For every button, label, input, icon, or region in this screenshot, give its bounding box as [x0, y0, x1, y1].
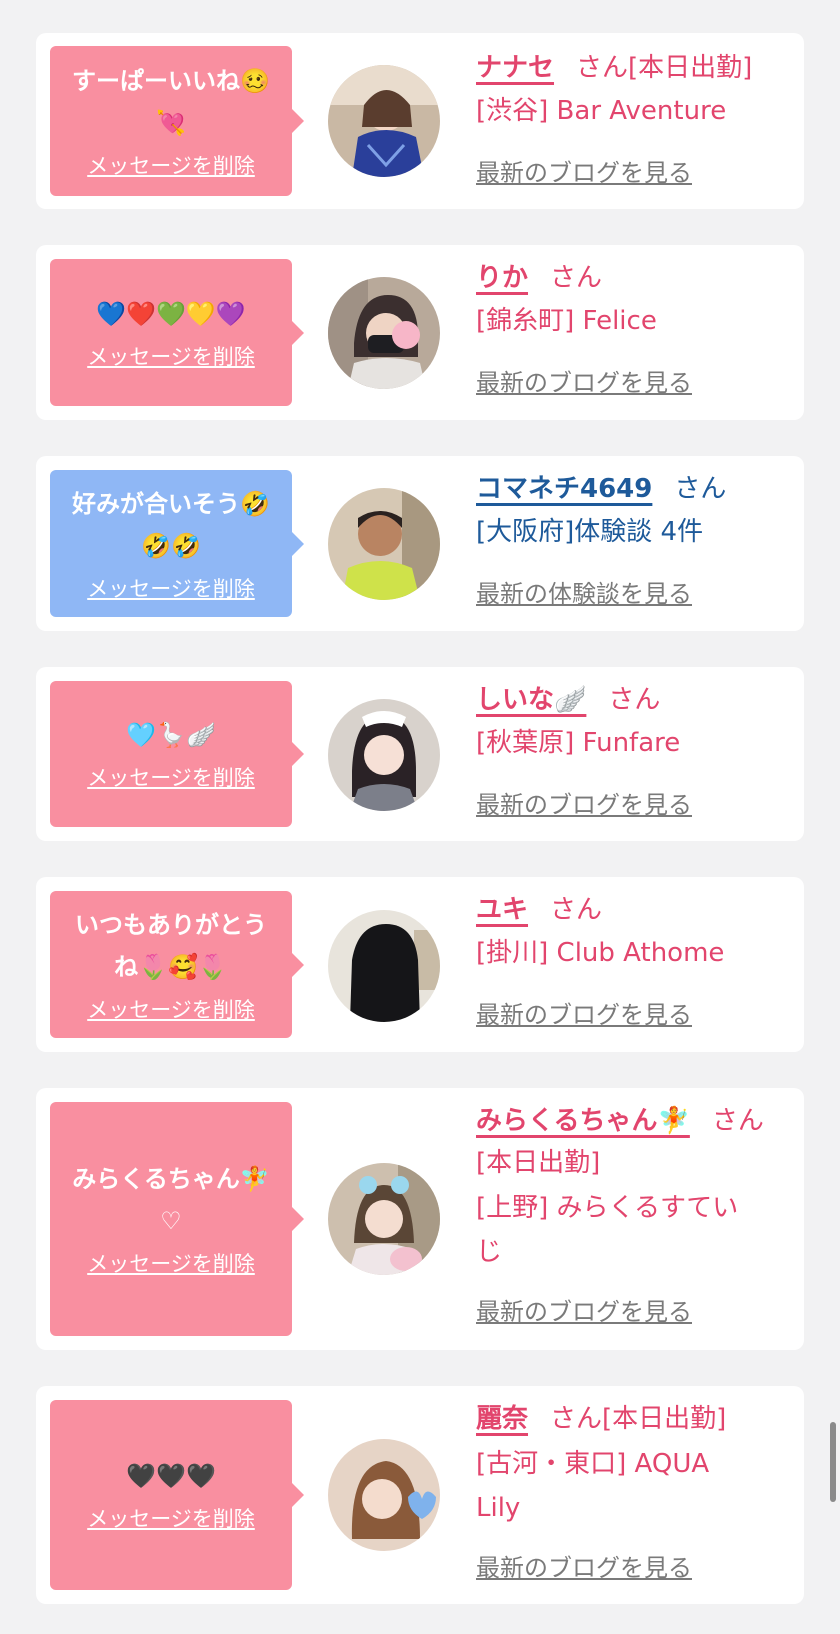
- delete-message-link[interactable]: メッセージを削除: [87, 150, 255, 180]
- user-name-link[interactable]: りか: [476, 263, 528, 293]
- message-bubble: みらくるちゃん🧚 ♡ メッセージを削除: [50, 1102, 304, 1336]
- honorific: さん: [674, 474, 727, 504]
- shop-name: [大阪府]体験談 4件: [476, 517, 704, 547]
- message-bubble: 💙❤️💚💛💜 メッセージを削除: [50, 259, 304, 406]
- scrollbar[interactable]: [830, 1422, 836, 1502]
- status-badge: [本日出勤]: [476, 1148, 601, 1178]
- message-card: 好みが合いそう🤣 🤣🤣 メッセージを削除 コマネチ4649 さん [大阪府]体験談…: [36, 456, 804, 631]
- message-text: すーぱーいいね🥴 💘: [72, 67, 270, 137]
- message-bubble: すーぱーいいね🥴 💘 メッセージを削除: [50, 46, 304, 196]
- latest-blog-link[interactable]: 最新のブログを見る: [476, 1548, 692, 1583]
- message-bubble: いつもありがとう ね🌷🥰🌷 メッセージを削除: [50, 891, 304, 1038]
- latest-blog-link[interactable]: 最新のブログを見る: [476, 363, 692, 398]
- user-info: 麗奈 さん[本日出勤] [古河・東口] AQUA Lily: [476, 1398, 734, 1530]
- message-text: 🩵🪿🪽: [126, 721, 216, 749]
- blog-container: 最新のブログを見る: [476, 363, 784, 403]
- honorific: さん: [576, 53, 629, 83]
- delete-message-link[interactable]: メッセージを削除: [87, 994, 255, 1024]
- shop-name: [古河・東口] AQUA Lily: [476, 1449, 710, 1523]
- honorific: さん: [550, 895, 603, 925]
- avatar[interactable]: [328, 488, 440, 600]
- latest-blog-link[interactable]: 最新のブログを見る: [476, 785, 692, 820]
- message-text: 💙❤️💚💛💜: [96, 299, 246, 328]
- user-info: ユキ さん [掛川] Club Athome: [476, 889, 784, 975]
- user-info: コマネチ4649 さん [大阪府]体験談 4件: [476, 468, 784, 554]
- blog-container: 最新のブログを見る: [476, 1292, 784, 1332]
- user-name-link[interactable]: 麗奈: [476, 1404, 528, 1434]
- blog-container: 最新のブログを見る: [476, 785, 784, 825]
- message-text: 好みが合いそう🤣 🤣🤣: [72, 489, 270, 560]
- message-card: 🩵🪿🪽 メッセージを削除 しいな🪽 さん [秋葉原] Funfare 最新のブログ…: [36, 667, 804, 841]
- shop-name: [錦糸町] Felice: [476, 306, 657, 336]
- message-text: 🖤🖤🖤: [126, 1462, 216, 1490]
- user-info: ナナセ さん[本日出勤] [渋谷] Bar Aventure: [476, 47, 784, 133]
- user-name-link[interactable]: コマネチ4649: [476, 474, 652, 504]
- status-badge: [本日出勤]: [628, 53, 753, 83]
- message-text: みらくるちゃん🧚 ♡: [72, 1165, 270, 1235]
- status-badge: [本日出勤]: [602, 1404, 727, 1434]
- user-info: しいな🪽 さん [秋葉原] Funfare: [476, 679, 784, 765]
- shop-name: [秋葉原] Funfare: [476, 728, 681, 758]
- message-card: みらくるちゃん🧚 ♡ メッセージを削除 みらくるちゃん🧚 さん [本日出勤] [上野…: [36, 1088, 804, 1350]
- shop-name: [渋谷] Bar Aventure: [476, 96, 727, 126]
- message-card: すーぱーいいね🥴 💘 メッセージを削除 ナナセ さん[本日出勤] [渋谷] Bar…: [36, 33, 804, 209]
- delete-message-link[interactable]: メッセージを削除: [87, 1248, 255, 1278]
- avatar[interactable]: [328, 699, 440, 811]
- honorific: さん: [711, 1106, 764, 1136]
- user-name-link[interactable]: ナナセ: [476, 53, 554, 83]
- latest-blog-link[interactable]: 最新のブログを見る: [476, 995, 692, 1030]
- shop-name: [掛川] Club Athome: [476, 938, 725, 968]
- user-name-link[interactable]: ユキ: [476, 895, 528, 925]
- honorific: さん: [550, 1404, 603, 1434]
- delete-message-link[interactable]: メッセージを削除: [87, 762, 255, 792]
- user-info: りか さん [錦糸町] Felice: [476, 257, 784, 343]
- blog-container: 最新のブログを見る: [476, 995, 784, 1035]
- latest-blog-link[interactable]: 最新のブログを見る: [476, 153, 692, 188]
- message-card: 🖤🖤🖤 メッセージを削除 麗奈 さん[本日出勤] [古河・東口] AQUA Lil…: [36, 1386, 804, 1604]
- message-card: いつもありがとう ね🌷🥰🌷 メッセージを削除 ユキ さん [掛川] Club At…: [36, 877, 804, 1052]
- honorific: さん: [550, 263, 603, 293]
- delete-message-link[interactable]: メッセージを削除: [87, 573, 255, 603]
- user-name-link[interactable]: みらくるちゃん🧚: [476, 1106, 690, 1136]
- honorific: さん: [608, 685, 661, 715]
- avatar[interactable]: [328, 910, 440, 1022]
- message-bubble: 🩵🪿🪽 メッセージを削除: [50, 681, 304, 827]
- message-bubble: 🖤🖤🖤 メッセージを削除: [50, 1400, 304, 1590]
- user-name-link[interactable]: しいな🪽: [476, 685, 586, 715]
- message-card: 💙❤️💚💛💜 メッセージを削除 りか さん [錦糸町] Felice 最新のブログ…: [36, 245, 804, 420]
- blog-container: 最新のブログを見る: [476, 1548, 784, 1588]
- avatar[interactable]: [328, 1439, 440, 1551]
- latest-review-link[interactable]: 最新の体験談を見る: [476, 574, 692, 609]
- shop-name: [上野] みらくるすていじ: [476, 1193, 739, 1267]
- avatar[interactable]: [328, 65, 440, 177]
- message-text: いつもありがとう ね🌷🥰🌷: [75, 910, 267, 981]
- blog-container: 最新のブログを見る: [476, 153, 784, 193]
- delete-message-link[interactable]: メッセージを削除: [87, 341, 255, 371]
- avatar[interactable]: [328, 1163, 440, 1275]
- avatar[interactable]: [328, 277, 440, 389]
- latest-blog-link[interactable]: 最新のブログを見る: [476, 1292, 692, 1327]
- message-bubble: 好みが合いそう🤣 🤣🤣 メッセージを削除: [50, 470, 304, 617]
- delete-message-link[interactable]: メッセージを削除: [87, 1503, 255, 1533]
- user-info: みらくるちゃん🧚 さん [本日出勤] [上野] みらくるすていじ: [476, 1100, 764, 1274]
- blog-container: 最新の体験談を見る: [476, 574, 784, 614]
